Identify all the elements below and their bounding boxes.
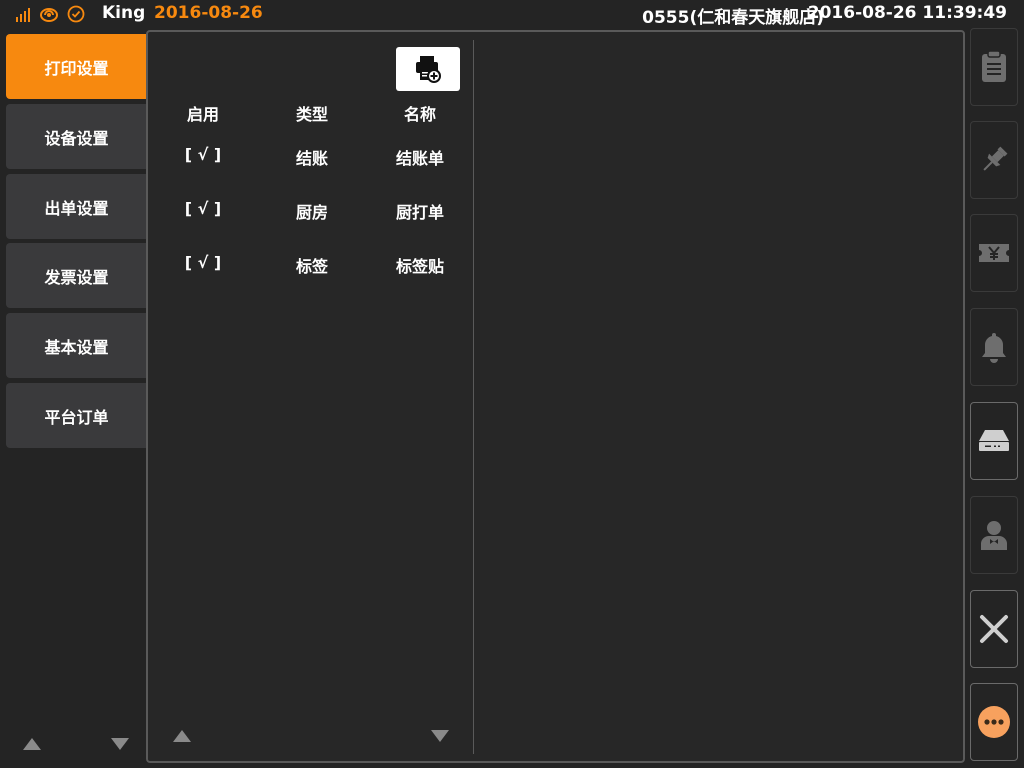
printer-name: 结账单 <box>395 149 444 168</box>
current-datetime: 2016-08-26 11:39:49 <box>807 3 1007 23</box>
printer-name: 厨打单 <box>395 203 444 222</box>
nav-item-invoice-settings[interactable]: 发票设置 <box>6 243 147 308</box>
user-name: King <box>102 3 146 23</box>
sync-icon <box>40 8 58 22</box>
pin-button[interactable] <box>970 121 1018 199</box>
column-header-enabled: 启用 <box>186 105 219 124</box>
nav-item-print-settings[interactable]: 打印设置 <box>6 34 147 99</box>
printer-type: 结账 <box>295 149 328 168</box>
printer-add-icon <box>416 56 441 83</box>
signal-icon <box>16 8 30 22</box>
ticket-button[interactable] <box>970 214 1018 292</box>
clipboard-button[interactable] <box>970 28 1018 106</box>
more-button[interactable] <box>970 683 1018 761</box>
printer-name: 标签贴 <box>395 257 444 276</box>
nav-item-label: 打印设置 <box>44 58 109 78</box>
add-printer-button[interactable] <box>396 47 460 91</box>
printer-type: 厨房 <box>295 203 328 222</box>
close-button[interactable] <box>970 590 1018 668</box>
printer-row[interactable]: [ √ ] 结账 结账单 <box>148 145 468 185</box>
waiter-button[interactable] <box>970 496 1018 574</box>
nav-item-label: 平台订单 <box>44 407 109 427</box>
nav-item-order-output-settings[interactable]: 出单设置 <box>6 174 147 239</box>
cash-drawer-button[interactable] <box>970 402 1018 480</box>
nav-item-platform-orders[interactable]: 平台订单 <box>6 383 147 448</box>
cash-drawer-icon <box>979 430 1009 451</box>
nav-item-basic-settings[interactable]: 基本设置 <box>6 313 147 378</box>
printer-enabled[interactable]: [ √ ] <box>163 145 243 164</box>
column-header-name: 名称 <box>403 105 436 124</box>
store-name: 0555(仁和春天旗舰店) <box>642 8 824 28</box>
printer-row[interactable]: [ √ ] 厨房 厨打单 <box>148 199 468 239</box>
nav-scroll-down-icon[interactable] <box>111 738 129 750</box>
nav-item-label: 发票设置 <box>44 267 109 287</box>
business-date: 2016-08-26 <box>154 3 263 23</box>
list-scroll-up-icon[interactable] <box>173 730 191 742</box>
nav-item-label: 出单设置 <box>44 198 109 218</box>
printer-type: 标签 <box>295 257 328 276</box>
pin-icon <box>983 146 1008 171</box>
printer-row[interactable]: [ √ ] 标签 标签贴 <box>148 253 468 293</box>
nav-item-label: 基本设置 <box>44 337 109 357</box>
notification-button[interactable] <box>970 308 1018 386</box>
nav-scroll-up-icon[interactable] <box>23 738 41 750</box>
panel-divider <box>473 40 474 754</box>
printer-settings-panel: 启用 类型 名称 [ √ ] 结账 结账单 [ √ ] 厨房 厨打单 [ √ ]… <box>146 30 965 763</box>
waiter-icon <box>981 521 1007 550</box>
nav-item-device-settings[interactable]: 设备设置 <box>6 104 147 169</box>
close-icon <box>980 615 1008 643</box>
nav-item-label: 设备设置 <box>44 128 109 148</box>
ticket-yen-icon <box>979 244 1009 262</box>
list-scroll-down-icon[interactable] <box>431 730 449 742</box>
more-icon <box>978 706 1010 738</box>
check-circle-icon <box>67 5 85 23</box>
column-header-type: 类型 <box>295 105 328 124</box>
status-bar: King 2016-08-26 0555(仁和春天旗舰店) 2016-08-26… <box>0 0 1024 28</box>
bell-icon <box>982 333 1006 363</box>
printer-enabled[interactable]: [ √ ] <box>163 253 243 272</box>
printer-enabled[interactable]: [ √ ] <box>163 199 243 218</box>
clipboard-icon <box>982 50 1006 82</box>
